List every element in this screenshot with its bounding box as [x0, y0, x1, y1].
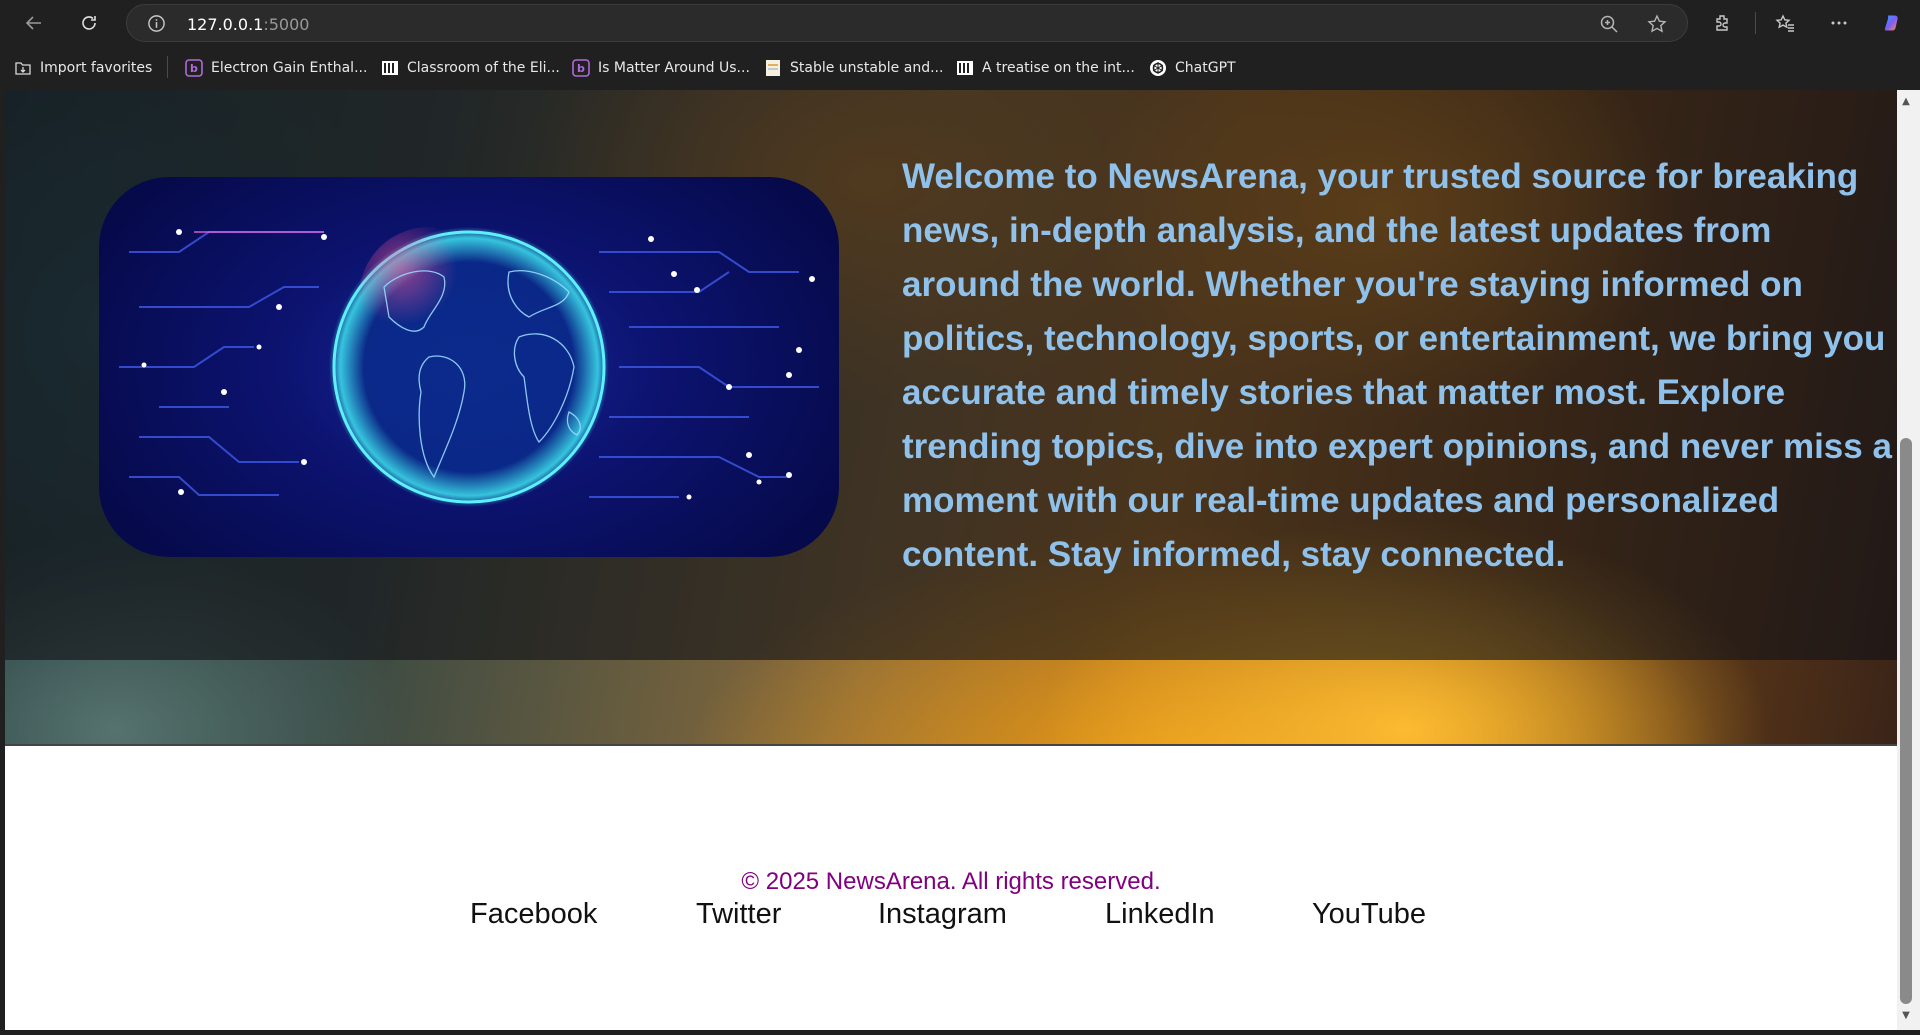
bookmark-stable-unstable[interactable]: Stable unstable and... [764, 56, 943, 80]
bookmark-treatise[interactable]: A treatise on the int... [956, 56, 1135, 80]
url-host: 127.0.0.1 [187, 15, 264, 34]
bookmark-label: Is Matter Around Us... [598, 60, 750, 76]
footer: © 2025 NewsArena. All rights reserved. [5, 746, 1897, 1030]
favorites-icon[interactable] [1769, 7, 1801, 39]
scroll-down-arrow-icon[interactable]: ▼ [1899, 1010, 1913, 1022]
page-icon [764, 59, 782, 77]
import-icon [14, 59, 32, 77]
zoom-icon[interactable] [1599, 14, 1619, 34]
bookmark-import-favorites[interactable]: Import favorites [14, 56, 152, 80]
hero-section: Welcome to NewsArena, your trusted sourc… [5, 90, 1897, 746]
social-link-twitter[interactable]: Twitter [696, 898, 781, 931]
more-icon[interactable] [1823, 7, 1855, 39]
svg-text:b: b [577, 62, 585, 75]
bookmarks-bar: Import favorites b Electron Gain Enthal.… [0, 46, 1920, 90]
copilot-icon[interactable] [1877, 7, 1909, 39]
library-icon [956, 59, 974, 77]
window-bottom-edge [0, 1030, 1920, 1035]
refresh-icon[interactable] [73, 7, 105, 39]
bookmark-label: A treatise on the int... [982, 60, 1135, 76]
star-icon[interactable] [1647, 14, 1667, 34]
svg-text:b: b [190, 62, 198, 75]
bookmark-divider [167, 56, 168, 78]
social-link-instagram[interactable]: Instagram [878, 898, 1007, 931]
toolbar-divider [1755, 12, 1756, 34]
copyright-text: © 2025 NewsArena. All rights reserved. [741, 868, 1161, 895]
social-link-youtube[interactable]: YouTube [1312, 898, 1426, 931]
chatgpt-icon [1149, 59, 1167, 77]
bookmark-chatgpt[interactable]: ChatGPT [1149, 56, 1236, 80]
back-arrow-icon[interactable] [18, 7, 50, 39]
purple-b-icon: b [572, 59, 590, 77]
page-viewport: Welcome to NewsArena, your trusted sourc… [5, 90, 1897, 1030]
welcome-text: Welcome to NewsArena, your trusted sourc… [902, 157, 1892, 574]
scroll-up-arrow-icon[interactable]: ▲ [1899, 96, 1913, 108]
bookmark-label: Classroom of the Eli... [407, 60, 560, 76]
bookmark-label: Import favorites [40, 60, 153, 76]
address-bar[interactable]: 127.0.0.1:5000 [126, 4, 1688, 42]
scrollbar-thumb[interactable] [1900, 438, 1912, 1004]
globe-illustration [119, 227, 819, 507]
extensions-icon[interactable] [1707, 7, 1739, 39]
social-link-linkedin[interactable]: LinkedIn [1105, 898, 1215, 931]
url-port: :5000 [263, 15, 310, 34]
social-link-facebook[interactable]: Facebook [470, 898, 597, 931]
browser-toolbar: 127.0.0.1:5000 [0, 0, 1920, 46]
library-icon [381, 59, 399, 77]
info-icon[interactable] [147, 14, 166, 33]
bookmark-classroom[interactable]: Classroom of the Eli... [381, 56, 560, 80]
bookmark-label: Stable unstable and... [790, 60, 944, 76]
purple-b-icon: b [185, 59, 203, 77]
bookmark-is-matter[interactable]: b Is Matter Around Us... [572, 56, 750, 80]
globe-image [99, 177, 839, 557]
url-text[interactable]: 127.0.0.1:5000 [187, 15, 309, 34]
bookmark-label: Electron Gain Enthal... [211, 60, 368, 76]
hero-divider [5, 744, 1897, 746]
bookmark-electron-gain[interactable]: b Electron Gain Enthal... [185, 56, 367, 80]
bookmark-label: ChatGPT [1175, 60, 1236, 76]
